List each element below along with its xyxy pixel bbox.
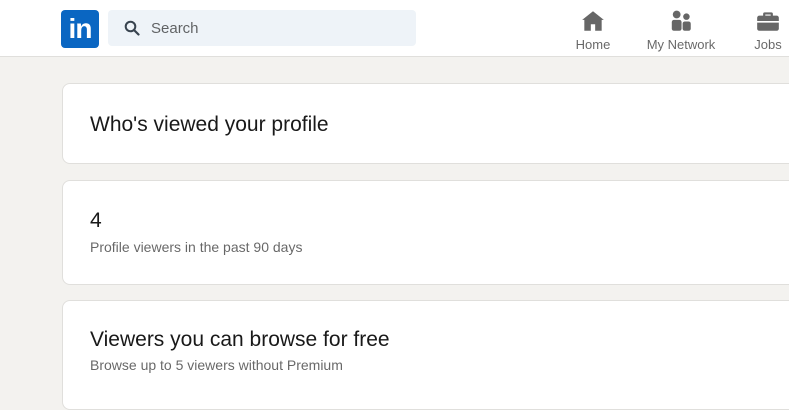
linkedin-logo[interactable]: in [61,10,99,48]
nav-item-jobs[interactable]: Jobs [745,6,789,54]
nav-item-label: Jobs [754,37,782,52]
nav-item-label: Home [575,37,611,52]
briefcase-icon [757,12,779,31]
viewer-count-card: 4 Profile viewers in the past 90 days [62,180,789,285]
nav-item-my-network[interactable]: My Network [641,6,721,54]
free-viewers-title: Viewers you can browse for free [90,328,390,351]
page-title-card: Who's viewed your profile [62,83,789,164]
people-icon [671,10,691,31]
viewer-count: 4 [90,209,102,232]
search-box[interactable] [108,10,416,46]
global-nav-bar: in Home My Network Jobs [0,0,789,57]
nav-item-label: My Network [646,37,716,52]
free-viewers-card: Viewers you can browse for free Browse u… [62,300,789,410]
nav-item-home[interactable]: Home [565,6,621,54]
home-icon [582,11,604,31]
search-icon [124,20,140,36]
free-viewers-caption: Browse up to 5 viewers without Premium [90,357,343,373]
viewer-count-caption: Profile viewers in the past 90 days [90,239,303,255]
search-input[interactable] [151,10,401,46]
page-title: Who's viewed your profile [90,113,329,136]
